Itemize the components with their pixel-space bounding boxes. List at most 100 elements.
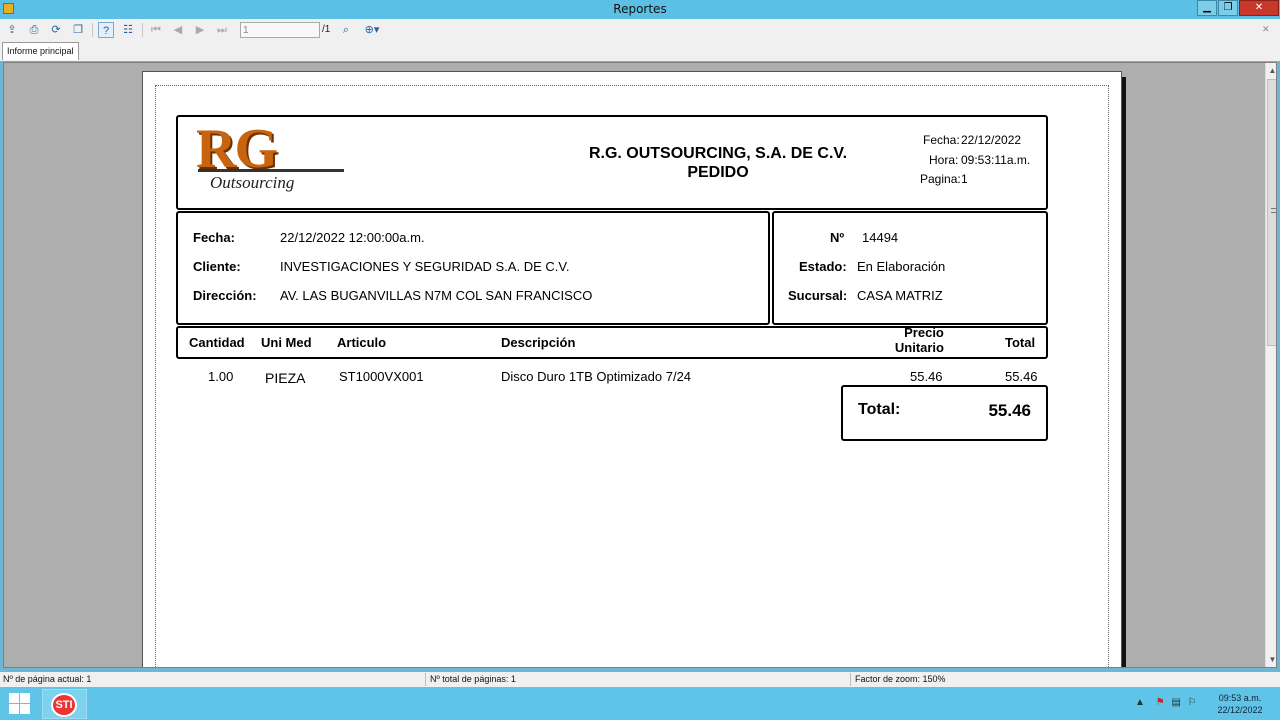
windows-logo-icon (20, 693, 30, 703)
windows-logo-icon (9, 693, 19, 703)
window-title: Reportes (613, 2, 667, 16)
document-type: PEDIDO (687, 164, 749, 181)
company-name: R.G. OUTSOURCING, S.A. DE C.V. (588, 145, 848, 162)
print-icon[interactable]: ⎙ (26, 22, 42, 38)
status-bar: Nº de página actual: 1 Nº total de págin… (0, 672, 1280, 687)
flag-icon[interactable]: ⚐ (1188, 697, 1197, 708)
report-page: RG Outsourcing R.G. OUTSOURCING, S.A. DE… (142, 71, 1122, 667)
status-total-pages: Nº total de páginas: 1 (430, 674, 516, 684)
refresh-icon[interactable]: ⟳ (48, 22, 64, 38)
company-logo: RG Outsourcing (196, 118, 346, 195)
col-descripcion: Descripción (501, 335, 576, 350)
col-unimed: Uni Med (261, 335, 312, 350)
header-date-value: 22/12/2022 (961, 133, 1022, 147)
taskbar: STI ▲ ⚑ ▤ ⚐ 09:53 a.m. 22/12/2022 (0, 687, 1280, 720)
status-zoom: Factor de zoom: 150% (855, 674, 946, 684)
network-icon[interactable]: ▤ (1171, 697, 1180, 708)
grand-total-box: Total: 55.46 (841, 385, 1048, 441)
page-shadow (1122, 77, 1126, 667)
fecha-label: Fecha: (193, 230, 235, 245)
row-unimed: PIEZA (265, 370, 306, 386)
header-time-label: Hora: (929, 153, 959, 167)
header-page-value: 1 (961, 172, 968, 186)
col-cantidad: Cantidad (189, 335, 245, 350)
order-state-box: Nº 14494 Estado: En Elaboración Sucursal… (772, 211, 1048, 325)
find-icon[interactable]: ⌕ (338, 22, 354, 38)
row-articulo: ST1000VX001 (339, 369, 424, 384)
toolbar-separator (142, 23, 143, 37)
direccion-label: Dirección: (193, 288, 257, 303)
report-header-box: RG Outsourcing R.G. OUTSOURCING, S.A. DE… (176, 115, 1048, 210)
col-precio-line2: Unitario (894, 340, 944, 355)
fecha-value: 22/12/2022 12:00:00a.m. (280, 230, 425, 245)
system-tray: ▲ ⚑ ▤ ⚐ (1135, 697, 1197, 708)
windows-logo-icon (9, 704, 19, 714)
title-bar: Reportes ▁ ❐ ✕ (0, 0, 1280, 19)
minimize-button[interactable]: ▁ (1197, 0, 1217, 16)
report-viewer: RG Outsourcing R.G. OUTSOURCING, S.A. DE… (3, 62, 1277, 668)
page-total-label: /1 (322, 24, 331, 35)
start-button[interactable] (9, 693, 31, 715)
col-precio-unitario: Precio Unitario (894, 325, 944, 355)
sti-app-icon: STI (51, 693, 77, 717)
logo-underline (198, 169, 344, 172)
taskbar-app-button[interactable]: STI (42, 689, 87, 719)
tray-alert-icon[interactable]: ⚑ (1156, 697, 1165, 708)
toolbar-separator (92, 23, 93, 37)
close-button[interactable]: ✕ (1239, 0, 1279, 16)
copy-icon[interactable]: ❐ (70, 22, 86, 38)
estado-value: En Elaboración (857, 259, 946, 274)
status-current-page: Nº de página actual: 1 (3, 674, 92, 684)
taskbar-clock[interactable]: 09:53 a.m. 22/12/2022 (1210, 692, 1270, 716)
direccion-value: AV. LAS BUGANVILLAS N7M COL SAN FRANCISC… (280, 288, 593, 303)
row-descripcion: Disco Duro 1TB Optimizado 7/24 (501, 369, 692, 384)
scroll-grip-icon (1271, 208, 1276, 213)
sucursal-label: Sucursal: (788, 288, 848, 303)
tray-expand-icon[interactable]: ▲ (1135, 697, 1145, 708)
maximize-button[interactable]: ❐ (1218, 0, 1238, 16)
scroll-down-icon[interactable]: ▼ (1266, 652, 1276, 667)
estado-label: Estado: (799, 259, 847, 274)
status-divider (425, 673, 426, 686)
col-total: Total (1005, 335, 1036, 350)
col-articulo: Articulo (337, 335, 387, 350)
scroll-up-icon[interactable]: ▲ (1266, 63, 1276, 79)
client-info-box: Fecha: 22/12/2022 12:00:00a.m. Cliente: … (176, 211, 770, 325)
vertical-scrollbar[interactable]: ▲ ▼ (1265, 63, 1276, 667)
header-time-value: 09:53:11a.m. (961, 153, 1031, 167)
first-page-icon[interactable]: ⏮ (148, 22, 164, 38)
grand-total-label: Total: (858, 401, 901, 418)
page-margin-frame: RG Outsourcing R.G. OUTSOURCING, S.A. DE… (155, 85, 1109, 667)
items-table-header: Cantidad Uni Med Articulo Descripción Pr… (176, 325, 1048, 359)
clock-time: 09:53 a.m. (1218, 693, 1262, 703)
report-toolbar: ⇪ ⎙ ⟳ ❐ ? ☷ ⏮ ◀ ▶ ⏭ /1 ⌕ ⊕▾ ✕ (0, 19, 1280, 41)
close-document-icon[interactable]: ✕ (1262, 24, 1270, 35)
tab-strip: Informe principal (0, 41, 1280, 61)
page-number-input[interactable] (240, 22, 320, 38)
col-precio-line1: Precio (904, 325, 944, 340)
clock-date: 22/12/2022 (1217, 705, 1263, 715)
row-precio: 55.46 (910, 369, 943, 384)
last-page-icon[interactable]: ⏭ (214, 22, 230, 38)
logo-sub-text: Outsourcing (210, 173, 295, 192)
header-page-label: Pagina: (920, 172, 961, 186)
order-number-label: Nº (830, 230, 845, 245)
zoom-dropdown-icon[interactable]: ⊕▾ (360, 22, 384, 38)
help-icon[interactable]: ? (98, 22, 114, 38)
scroll-thumb[interactable] (1267, 79, 1276, 346)
grand-total-value: 55.46 (988, 401, 1031, 420)
header-date-label: Fecha: (923, 133, 960, 147)
cliente-label: Cliente: (193, 259, 241, 274)
row-cantidad: 1.00 (208, 369, 234, 384)
windows-logo-icon (20, 704, 30, 714)
cliente-value: INVESTIGACIONES Y SEGURIDAD S.A. DE C.V. (280, 259, 570, 274)
sucursal-value: CASA MATRIZ (857, 288, 943, 303)
export-icon[interactable]: ⇪ (4, 22, 20, 38)
next-page-icon[interactable]: ▶ (192, 22, 208, 38)
company-title: R.G. OUTSOURCING, S.A. DE C.V. PEDIDO (558, 144, 878, 182)
status-divider (850, 673, 851, 686)
row-total: 55.46 (1005, 369, 1038, 384)
previous-page-icon[interactable]: ◀ (170, 22, 186, 38)
tab-informe-principal[interactable]: Informe principal (2, 42, 79, 60)
group-tree-icon[interactable]: ☷ (120, 22, 136, 38)
